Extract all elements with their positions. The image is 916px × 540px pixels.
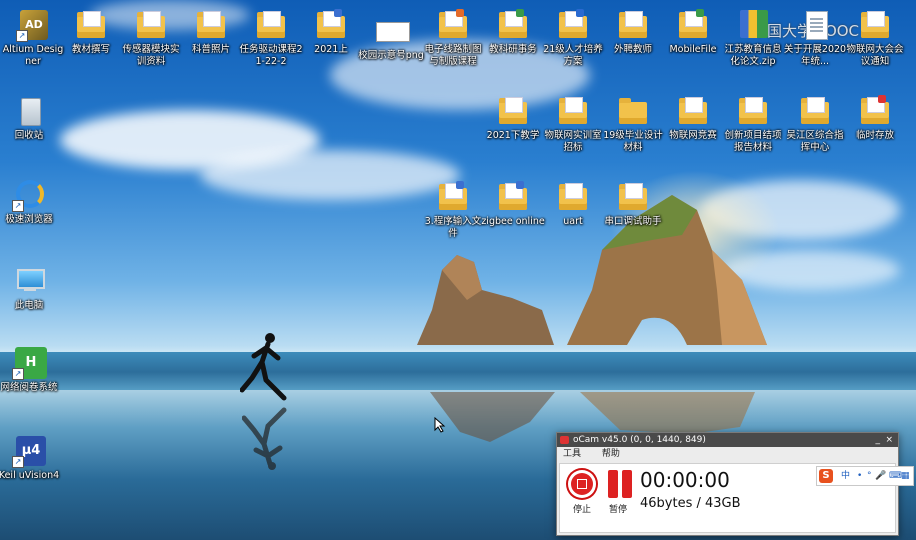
pause-label: 暂停	[609, 505, 628, 515]
desktop-image-file[interactable]: 校园示意号png	[358, 14, 424, 62]
desktop-folder[interactable]: 物联网大会会议通知	[842, 8, 908, 68]
folder-icon	[436, 8, 470, 42]
folder-icon	[736, 94, 770, 128]
menu-tools[interactable]: 工具	[563, 449, 581, 459]
folder-icon	[194, 8, 228, 42]
document-icon	[798, 8, 832, 42]
mouse-cursor-icon	[434, 417, 446, 433]
folder-icon	[496, 94, 530, 128]
stop-record-button[interactable]	[568, 470, 596, 498]
desktop-folder[interactable]: 2021下教学	[480, 94, 546, 142]
desktop-folder[interactable]: 21级人才培养方案	[540, 8, 606, 68]
desktop-folder[interactable]: 外聘教师	[600, 8, 666, 56]
exam-app-icon: H ↗	[12, 346, 47, 380]
rock-reflection	[430, 392, 555, 442]
folder-icon	[254, 8, 288, 42]
arch-reflection	[580, 392, 755, 434]
desktop-folder[interactable]: 串口调试助手	[600, 180, 666, 228]
sea	[0, 352, 916, 392]
folder-icon	[74, 8, 108, 42]
folder-icon	[616, 180, 650, 214]
folder-icon	[556, 94, 590, 128]
pdf-folder-icon	[858, 94, 892, 128]
runner-reflection	[242, 407, 287, 470]
desktop-folder[interactable]: 临时存放	[842, 94, 908, 142]
ime-toolbar[interactable]: S 中 • ° 🎤 ⌨ ▦	[816, 466, 914, 486]
desktop-folder[interactable]: 任务驱动课程21-22-2	[238, 8, 304, 68]
folder-icon	[314, 8, 348, 42]
minimize-button[interactable]: _	[876, 433, 881, 447]
ocam-menu-bar: 工具 帮助	[557, 447, 898, 461]
ocam-title-bar[interactable]: oCam v45.0 (0, 0, 1440, 849) _ ×	[557, 433, 898, 447]
browser-icon: ↗	[12, 178, 46, 212]
zip-archive-icon	[736, 8, 770, 42]
desktop-icon-keil[interactable]: µ4 ↗ Keil uVision4	[0, 434, 62, 482]
folder-icon	[556, 8, 590, 42]
pause-button[interactable]	[607, 470, 633, 498]
desktop-zip-file[interactable]: 江苏教育信息化论文.zip	[720, 8, 786, 68]
image-file-icon	[374, 14, 410, 48]
desktop-folder[interactable]: zigbee online	[480, 180, 546, 228]
desktop-folder[interactable]: 物联网竞赛	[660, 94, 726, 142]
desktop-folder[interactable]: 3.程序输入文件	[420, 180, 486, 240]
ime-voice-icon[interactable]: 🎤	[875, 467, 886, 485]
stop-label: 停止	[573, 505, 592, 515]
altium-app-icon: AD ↗	[16, 8, 50, 42]
desktop-icon-browser[interactable]: ↗ 极速浏览器	[0, 178, 62, 226]
desktop-icon-recycle-bin[interactable]: 回收站	[0, 94, 62, 142]
desktop-folder[interactable]: MobileFile	[660, 8, 726, 56]
desktop-icon-this-pc[interactable]: 此电脑	[0, 264, 62, 312]
ocam-title-text: oCam v45.0 (0, 0, 1440, 849)	[573, 435, 706, 445]
ocam-app-icon	[560, 436, 569, 444]
folder-icon	[676, 8, 710, 42]
computer-icon	[12, 264, 46, 298]
folder-icon	[496, 180, 530, 214]
desktop-doc-file[interactable]: 关于开展2020年统...	[782, 8, 848, 68]
ime-emoji-icon[interactable]: °	[867, 467, 872, 485]
folder-icon	[798, 94, 832, 128]
ime-language-toggle[interactable]: 中	[841, 467, 850, 485]
folder-icon	[676, 94, 710, 128]
desktop-folder[interactable]: 科普照片	[178, 8, 244, 56]
close-button[interactable]: ×	[885, 433, 893, 447]
desktop-icon-altium[interactable]: AD ↗ Altium Designer	[0, 8, 66, 68]
desktop-folder[interactable]: uart	[540, 180, 606, 228]
folder-icon	[858, 8, 892, 42]
desktop-icon-exam-app[interactable]: H ↗ 网络阅卷系统	[0, 346, 62, 394]
desktop-folder[interactable]: 电子线路制图与制版课程	[420, 8, 486, 68]
desktop-folder[interactable]: 传感器模块实训资料	[118, 8, 184, 68]
desktop-folder[interactable]: 教科研事务	[480, 8, 546, 56]
desktop-folder[interactable]: 2021上	[298, 8, 364, 56]
recording-timer: 00:00:00	[640, 468, 730, 492]
ime-punctuation-icon[interactable]: •	[857, 467, 862, 485]
folder-icon	[616, 94, 650, 128]
folder-icon	[134, 8, 168, 42]
menu-help[interactable]: 帮助	[602, 449, 620, 459]
keil-app-icon: µ4 ↗	[12, 434, 46, 468]
folder-icon	[556, 180, 590, 214]
desktop-folder[interactable]: 教材撰写	[58, 8, 124, 56]
desktop-folder[interactable]: 19级毕业设计材料	[600, 94, 666, 154]
runner-silhouette	[240, 333, 287, 401]
small-rock	[417, 255, 554, 345]
folder-icon	[616, 8, 650, 42]
folder-icon	[436, 180, 470, 214]
recording-size: 46bytes / 43GB	[640, 496, 741, 511]
recycle-bin-icon	[12, 94, 46, 128]
ime-toolbox-icon[interactable]: ▦	[901, 467, 910, 485]
desktop-folder[interactable]: 吴江区综合指挥中心	[782, 94, 848, 154]
sogou-logo-icon[interactable]: S	[819, 469, 833, 483]
folder-icon	[496, 8, 530, 42]
desktop-folder[interactable]: 物联网实训室招标	[540, 94, 606, 154]
desktop-folder[interactable]: 创新项目结项报告材料	[720, 94, 786, 154]
